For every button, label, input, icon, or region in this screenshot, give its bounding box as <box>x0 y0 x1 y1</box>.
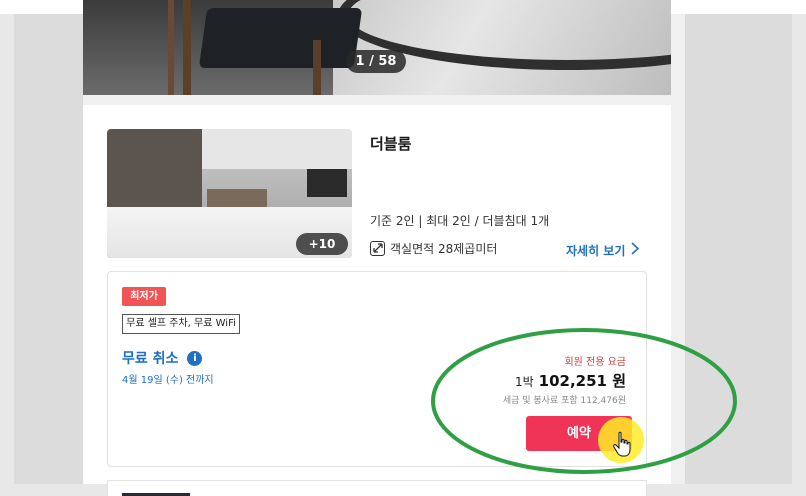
detail-link[interactable]: 자세히 보기 <box>566 242 640 258</box>
photo-count-badge[interactable]: +10 <box>296 233 348 255</box>
room-photo-tv <box>307 169 347 197</box>
frame-right <box>792 14 806 484</box>
area-icon <box>370 240 385 256</box>
gallery-chair-leg <box>183 0 191 95</box>
info-icon[interactable]: i <box>187 350 203 366</box>
gallery-chair-leg <box>313 40 321 95</box>
lowest-price-badge: 최저가 <box>122 287 166 306</box>
frame-left <box>0 14 14 484</box>
room-photo-ceiling <box>202 129 352 169</box>
free-cancel-label: 무료 취소 <box>122 351 179 367</box>
gallery-chair-seat <box>198 8 363 68</box>
amenity-tag: 무료 셀프 주차, 무료 WiFi <box>122 314 240 334</box>
gallery-chair-leg <box>168 0 174 95</box>
detail-link-label: 자세히 보기 <box>566 243 626 258</box>
room-area-label: 객실면적 28제곱미터 <box>390 241 498 256</box>
room-capacity: 기준 2인 | 최대 2인 / 더블침대 1개 <box>370 214 550 228</box>
room-name: 더블룸 <box>370 135 412 153</box>
next-rate-box <box>107 480 647 496</box>
free-cancel: 무료 취소 i <box>122 349 203 367</box>
gallery-counter: 1 / 58 <box>346 50 406 73</box>
annotation-ellipse <box>431 328 737 474</box>
cancel-deadline: 4월 19일 (수) 전까지 <box>122 375 214 386</box>
chevron-right-icon <box>631 242 640 258</box>
gallery-photo[interactable] <box>83 0 671 95</box>
room-photo-desk <box>207 189 267 207</box>
room-area: 객실면적 28제곱미터 <box>370 240 497 256</box>
